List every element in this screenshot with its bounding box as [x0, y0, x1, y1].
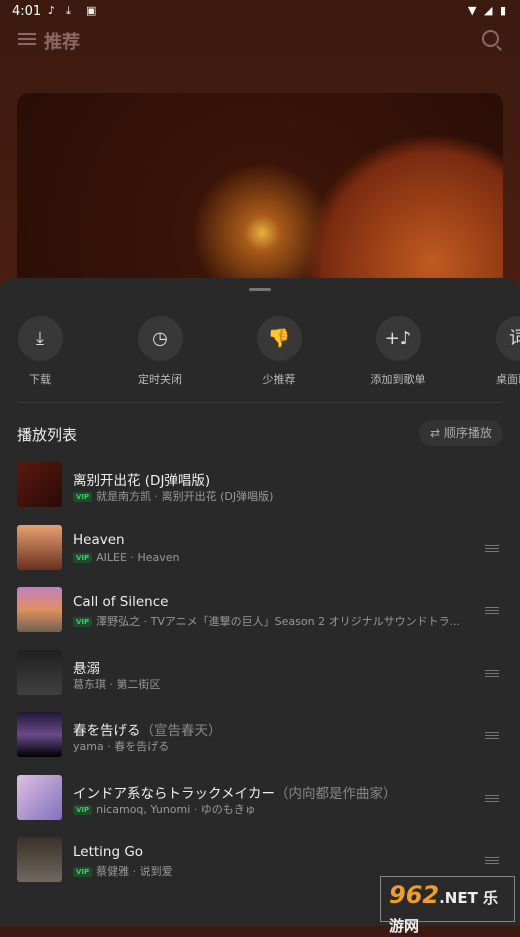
song-row[interactable]: Heaven VIPAILEE · Heaven [0, 525, 520, 577]
song-thumbnail [17, 837, 62, 882]
song-row[interactable]: インドア系ならトラックメイカー（内向都是作曲家） VIPnicamoq, Yun… [0, 775, 520, 827]
status-bar: 4:01 ♪ ⤓ ▣ ▼ ◢ ▮ [0, 0, 520, 24]
action-label: 下载 [0, 371, 85, 387]
song-thumbnail [17, 712, 62, 757]
song-row[interactable]: 离别开出花 (DJ弹唱版) VIP就是南方凯 · 离别开出花 (DJ弹唱版) [0, 462, 520, 514]
song-subtitle: VIP澤野弘之 · TVアニメ「進撃の巨人」Season 2 オリジナルサウンド… [73, 613, 460, 629]
song-subtitle: VIP蔡健雅 · 说到爱 [73, 863, 173, 879]
song-title: 离别开出花 (DJ弹唱版) [73, 469, 210, 489]
action-label: 添加到歌单 [353, 371, 443, 387]
song-row[interactable]: Call of Silence VIP澤野弘之 · TVアニメ「進撃の巨人」Se… [0, 587, 520, 639]
song-thumbnail [17, 462, 62, 507]
song-title: Call of Silence [73, 594, 168, 610]
thumbs-down-icon: 👎 [257, 316, 302, 361]
song-title: 春を告げる（宣告春天） [73, 719, 222, 739]
vip-badge: VIP [73, 805, 92, 815]
album-cover [17, 93, 503, 293]
action-add-to-playlist[interactable]: +♪ 添加到歌单 [353, 316, 443, 387]
music-note-icon: ♪ [48, 4, 55, 17]
song-title: Letting Go [73, 844, 143, 860]
action-timer[interactable]: ◷ 定时关闭 [115, 316, 205, 387]
add-to-playlist-icon: +♪ [376, 316, 421, 361]
song-title: インドア系ならトラックメイカー（内向都是作曲家） [73, 782, 396, 802]
signal-icon: ◢ [484, 4, 492, 17]
drag-handle-icon[interactable] [485, 795, 499, 804]
vip-badge: VIP [73, 492, 92, 502]
action-label: 定时关闭 [115, 371, 205, 387]
action-thumbs-down[interactable]: 👎 少推荐 [234, 316, 324, 387]
song-row[interactable]: 春を告げる（宣告春天） yama · 春を告げる [0, 712, 520, 764]
song-subtitle: yama · 春を告げる [73, 738, 169, 754]
playlist-sheet: ⤓ 下载 ◷ 定时关闭 👎 少推荐 +♪ 添加到歌单 词桌面歌词 播放列表 ⇄ 顺序播放 离别开… [0, 278, 520, 926]
drag-handle-icon[interactable] [485, 857, 499, 866]
action-label: 桌面歌词 [473, 371, 520, 387]
drag-handle-icon[interactable] [485, 670, 499, 679]
song-subtitle: VIPnicamoq, Yunomi · ゆのもきゅ [73, 801, 256, 817]
lyrics-icon: 词 [496, 316, 520, 361]
song-thumbnail [17, 587, 62, 632]
status-time: 4:01 [12, 4, 41, 19]
song-subtitle: VIP就是南方凯 · 离别开出花 (DJ弹唱版) [73, 488, 273, 504]
search-icon[interactable] [482, 30, 499, 47]
song-thumbnail [17, 650, 62, 695]
action-lyrics[interactable]: 词桌面歌词 [473, 316, 520, 387]
vip-badge: VIP [73, 553, 92, 563]
timer-icon: ◷ [138, 316, 183, 361]
action-download[interactable]: ⤓ 下载 [0, 316, 85, 387]
download-icon: ⤓ [66, 4, 71, 18]
menu-icon[interactable] [18, 30, 36, 48]
action-label: 少推荐 [234, 371, 324, 387]
watermark-logo: 962.NET 乐游网 [380, 876, 515, 922]
song-thumbnail [17, 775, 62, 820]
play-mode-button[interactable]: ⇄ 顺序播放 [419, 420, 503, 446]
song-thumbnail [17, 525, 62, 570]
wifi-icon: ▼ [468, 4, 476, 17]
page-title: 推荐 [44, 28, 80, 54]
a-icon: ▣ [86, 4, 96, 17]
drag-handle-icon[interactable] [485, 607, 499, 616]
song-subtitle: 葛东琪 · 第二街区 [73, 676, 161, 692]
battery-icon: ▮ [500, 4, 506, 17]
vip-badge: VIP [73, 617, 92, 627]
sheet-drag-handle[interactable] [249, 288, 271, 291]
song-row[interactable]: 悬溺 葛东琪 · 第二街区 [0, 650, 520, 702]
playlist-title: 播放列表 [17, 424, 77, 445]
drag-handle-icon[interactable] [485, 545, 499, 554]
song-title: 悬溺 [73, 657, 100, 677]
vip-badge: VIP [73, 867, 92, 877]
download-icon: ⤓ [18, 316, 63, 361]
song-title: Heaven [73, 532, 125, 548]
song-subtitle: VIPAILEE · Heaven [73, 551, 179, 564]
drag-handle-icon[interactable] [485, 732, 499, 741]
divider [17, 402, 503, 403]
